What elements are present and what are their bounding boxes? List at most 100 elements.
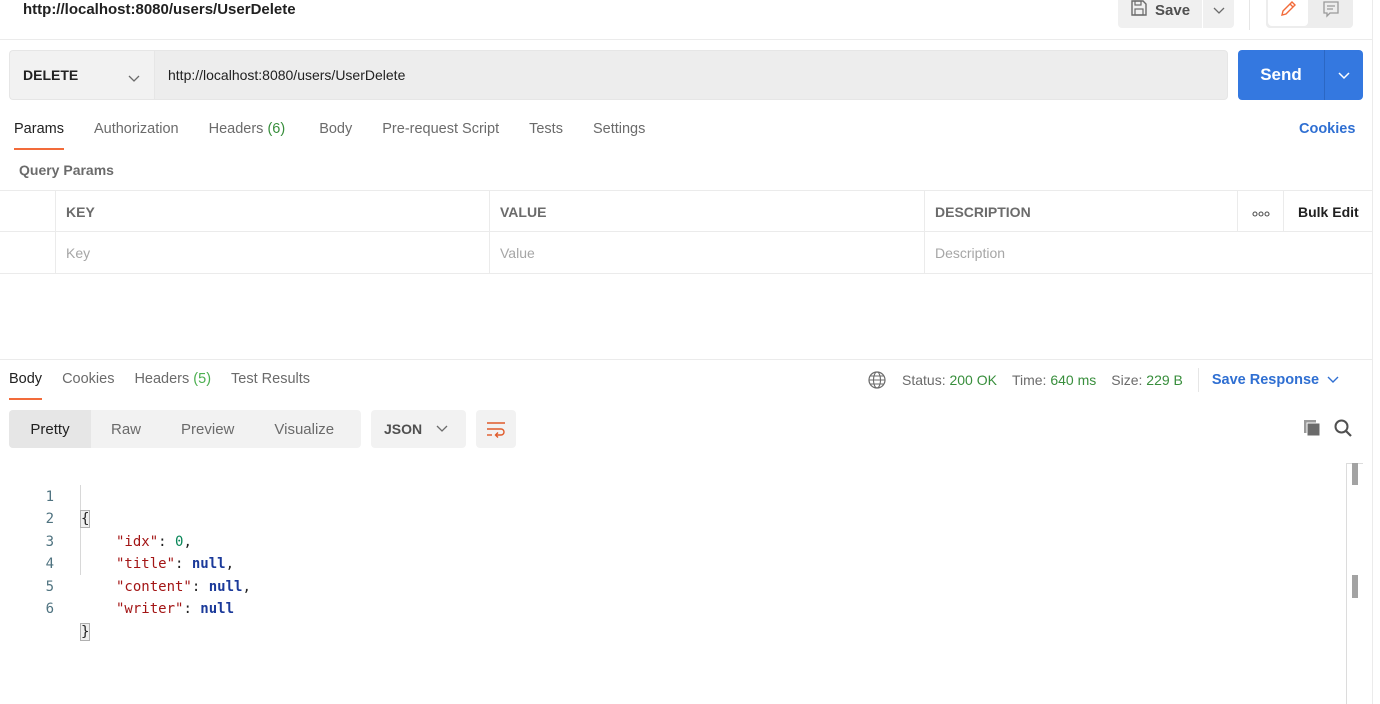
tab-label: Authorization — [93, 121, 179, 137]
query-params-table: KEY VALUE DESCRIPTION Bulk Edit Key Valu… — [0, 190, 1373, 274]
time-label: Time: — [1011, 372, 1047, 388]
format-preview[interactable]: Preview — [161, 410, 254, 448]
url-value: http://localhost:8080/users/UserDelete — [168, 67, 406, 83]
format-pretty[interactable]: Pretty — [9, 410, 91, 448]
key-input[interactable]: Key — [55, 232, 490, 273]
tab-label: Headers — [134, 371, 190, 387]
chevron-down-icon — [436, 425, 448, 433]
chevron-down-icon — [1213, 2, 1225, 18]
method-value: DELETE — [23, 67, 79, 83]
pencil-icon — [1278, 0, 1298, 22]
chevron-down-icon — [1338, 67, 1350, 83]
copy-button[interactable] — [1302, 418, 1322, 438]
line-number: 6 — [45, 601, 54, 617]
search-button[interactable] — [1333, 418, 1353, 438]
table-header-row: KEY VALUE DESCRIPTION Bulk Edit — [0, 190, 1373, 232]
format-visualize[interactable]: Visualize — [254, 410, 354, 448]
json-key: "writer" — [116, 601, 184, 617]
query-params-label: Query Params — [19, 162, 114, 178]
response-tab-body[interactable]: Body — [9, 368, 43, 400]
save-dropdown-button[interactable] — [1203, 0, 1234, 28]
tab-label: Test Results — [231, 371, 311, 387]
tab-authorization[interactable]: Authorization — [94, 118, 179, 150]
bulk-edit-button[interactable]: Bulk Edit — [1283, 191, 1373, 232]
tab-tests[interactable]: Tests — [529, 118, 563, 150]
size-label: Size: — [1111, 372, 1143, 388]
code-line: 4 "content": null, — [0, 531, 1345, 595]
scrollbar-thumb[interactable] — [1352, 575, 1358, 598]
json-value: null — [200, 601, 235, 617]
wrap-lines-icon — [486, 420, 506, 438]
divider — [1249, 0, 1250, 30]
column-header-value: VALUE — [489, 191, 925, 232]
status-info[interactable]: Status: 200 OK — [902, 372, 997, 388]
comment-icon — [1321, 0, 1341, 22]
tab-params[interactable]: Params — [14, 118, 64, 150]
description-input[interactable]: Description — [924, 232, 1373, 273]
language-select[interactable]: JSON — [371, 410, 466, 448]
time-info[interactable]: Time: 640 ms — [1012, 372, 1096, 388]
more-options-button[interactable] — [1237, 191, 1284, 232]
globe-icon[interactable] — [867, 370, 887, 390]
more-horizontal-icon — [1252, 204, 1270, 220]
tab-label: Tests — [529, 121, 563, 137]
table-row: Key Value Description — [0, 232, 1373, 274]
chevron-down-icon — [128, 70, 140, 86]
format-raw[interactable]: Raw — [91, 410, 161, 448]
scrollbar-track[interactable] — [1346, 463, 1347, 704]
url-input[interactable]: http://localhost:8080/users/UserDelete — [154, 50, 1228, 100]
tab-label: Body — [9, 371, 43, 387]
save-label: Save — [1155, 1, 1191, 19]
tab-body[interactable]: Body — [319, 118, 352, 150]
save-response-label: Save Response — [1211, 372, 1320, 388]
chevron-down-icon — [1327, 376, 1339, 384]
value-input[interactable]: Value — [489, 232, 925, 273]
panel-border — [1372, 0, 1373, 704]
language-value: JSON — [384, 421, 423, 437]
tab-label: Cookies — [62, 371, 115, 387]
tab-settings[interactable]: Settings — [593, 118, 645, 150]
response-tab-headers[interactable]: Headers (5) — [134, 368, 211, 400]
code-line: 1 { — [0, 463, 1345, 528]
divider — [1197, 368, 1199, 392]
tab-label: Settings — [592, 121, 646, 137]
tab-headers[interactable]: Headers (6) — [209, 118, 286, 150]
response-tab-cookies[interactable]: Cookies — [62, 368, 114, 400]
headers-count: (6) — [267, 121, 286, 137]
tab-label: Pre-request Script — [382, 121, 500, 137]
search-icon — [1333, 418, 1353, 438]
edit-mode-button[interactable] — [1268, 0, 1308, 26]
wrap-lines-button[interactable] — [476, 410, 516, 448]
code-line: 6 } — [0, 576, 1345, 641]
save-response-button[interactable]: Save Response — [1212, 372, 1339, 388]
mode-toggle — [1266, 0, 1353, 28]
tab-pre-request-script[interactable]: Pre-request Script — [382, 118, 499, 150]
response-meta: Status: 200 OK Time: 640 ms Size: 229 B … — [867, 368, 1339, 392]
save-button[interactable]: Save — [1118, 0, 1202, 28]
scrollbar-marker[interactable] — [1352, 463, 1358, 485]
format-tabs: Pretty Raw Preview Visualize — [9, 410, 361, 448]
cookies-link[interactable]: Cookies — [1299, 118, 1355, 141]
status-label: Status: — [902, 372, 946, 388]
floppy-disk-icon — [1130, 0, 1148, 21]
method-select[interactable]: DELETE — [9, 50, 154, 100]
tab-label: Headers — [208, 121, 264, 137]
response-divider[interactable] — [0, 359, 1373, 360]
send-button[interactable]: Send — [1238, 50, 1324, 100]
request-tabs: Params Authorization Headers (6) Body Pr… — [14, 118, 675, 150]
response-tab-test-results[interactable]: Test Results — [231, 368, 310, 400]
tab-label: Params — [14, 121, 64, 137]
headers-count: (5) — [193, 371, 212, 387]
response-tabs: Body Cookies Headers (5) Test Results — [9, 368, 330, 400]
tab-label: Body — [319, 121, 353, 137]
size-value: 229 B — [1146, 372, 1183, 388]
comment-mode-button[interactable] — [1310, 0, 1351, 26]
size-info[interactable]: Size: 229 B — [1111, 372, 1183, 388]
send-dropdown-button[interactable] — [1324, 50, 1363, 100]
time-value: 640 ms — [1050, 372, 1097, 388]
column-header-description: DESCRIPTION — [924, 191, 1238, 232]
column-header-key: KEY — [55, 191, 490, 232]
response-body[interactable]: 1 { 2 "idx": 0, 3 "title": null, 4 "cont… — [0, 463, 1345, 641]
code-line: 2 "idx": 0, — [0, 486, 1345, 550]
request-title[interactable]: http://localhost:8080/users/UserDelete — [23, 0, 296, 20]
